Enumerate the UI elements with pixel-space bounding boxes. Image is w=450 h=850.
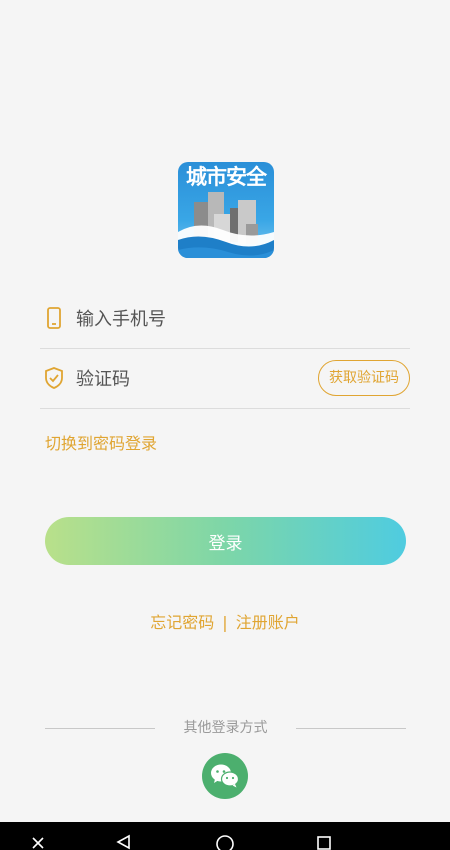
login-screen: 城市安全 获取验证码 切换到密码登录 登录 忘记密码 | 注册账户 其他登录方式 <box>0 0 450 850</box>
shield-check-icon <box>45 367 63 389</box>
forgot-password-link[interactable]: 忘记密码 <box>150 611 214 635</box>
get-code-button[interactable]: 获取验证码 <box>318 360 410 396</box>
divider-line-right <box>296 728 406 729</box>
link-separator: | <box>222 613 228 632</box>
home-icon[interactable] <box>215 834 235 850</box>
logo-text: 城市安全 <box>186 165 267 189</box>
recents-icon[interactable] <box>315 834 333 850</box>
login-button[interactable]: 登录 <box>45 517 406 565</box>
phone-row <box>40 290 410 349</box>
code-input[interactable] <box>74 363 308 395</box>
code-row: 获取验证码 <box>40 350 410 409</box>
app-logo: 城市安全 <box>178 162 274 258</box>
back-icon[interactable] <box>115 834 133 850</box>
switch-to-password-login-link[interactable]: 切换到密码登录 <box>45 432 157 456</box>
phone-icon <box>47 307 61 329</box>
phone-input[interactable] <box>74 303 308 335</box>
wechat-icon <box>211 764 240 788</box>
system-navigation-bar <box>0 822 450 850</box>
wechat-login-button[interactable] <box>202 753 248 799</box>
menu-icon[interactable] <box>30 834 46 850</box>
account-links: 忘记密码 | 注册账户 <box>0 611 450 635</box>
register-link[interactable]: 注册账户 <box>236 611 300 635</box>
other-login-divider: 其他登录方式 <box>45 716 406 740</box>
